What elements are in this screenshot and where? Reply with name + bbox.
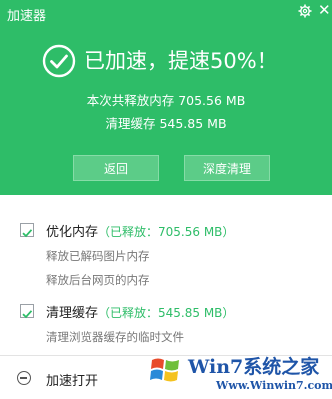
optimize-memory-checkbox[interactable] [20, 223, 34, 238]
result-headline: 已加速，提速50%！ [84, 49, 278, 73]
accelerate-open-label[interactable]: 加速打开 [46, 370, 98, 389]
deep-clean-button[interactable]: 深度清理 [184, 155, 270, 181]
clean-cache-title: 清理缓存（已释放：545.85 MB） [46, 302, 234, 321]
item-title: 优化内存 [46, 225, 99, 240]
check-circle-icon [42, 44, 76, 78]
result-banner: 加速器 ✕ 已加速，提速50%！ 本次共释放内存 705.56 MB 清理缓存 … [0, 0, 332, 195]
memory-released-text: 本次共释放内存 705.56 MB [86, 93, 246, 108]
windows-logo-icon [150, 358, 179, 382]
watermark-brand: Win7系统之家 [188, 356, 320, 378]
check-icon [22, 310, 33, 319]
clean-cache-checkbox[interactable] [20, 304, 34, 319]
item-released: （已释放：705.56 MB） [98, 225, 235, 239]
watermark-url: Www.Winwin7.com [216, 379, 332, 392]
cache-cleaned-text: 清理缓存 545.85 MB [105, 116, 227, 131]
accelerate-open-toggle[interactable] [17, 371, 31, 385]
item-detail: 清理浏览器缓存的临时文件 [46, 330, 184, 344]
item-detail: 释放已解码图片内存 [46, 249, 150, 263]
close-icon[interactable]: ✕ [318, 3, 331, 18]
gear-icon[interactable] [298, 4, 312, 18]
item-title: 清理缓存 [46, 306, 99, 321]
item-detail: 释放后台网页的内存 [46, 273, 150, 287]
back-button[interactable]: 返回 [73, 155, 159, 181]
item-released: （已释放：545.85 MB） [98, 306, 235, 320]
optimize-memory-title: 优化内存（已释放：705.56 MB） [46, 221, 234, 240]
check-icon [22, 229, 33, 238]
app-title: 加速器 [7, 9, 47, 24]
